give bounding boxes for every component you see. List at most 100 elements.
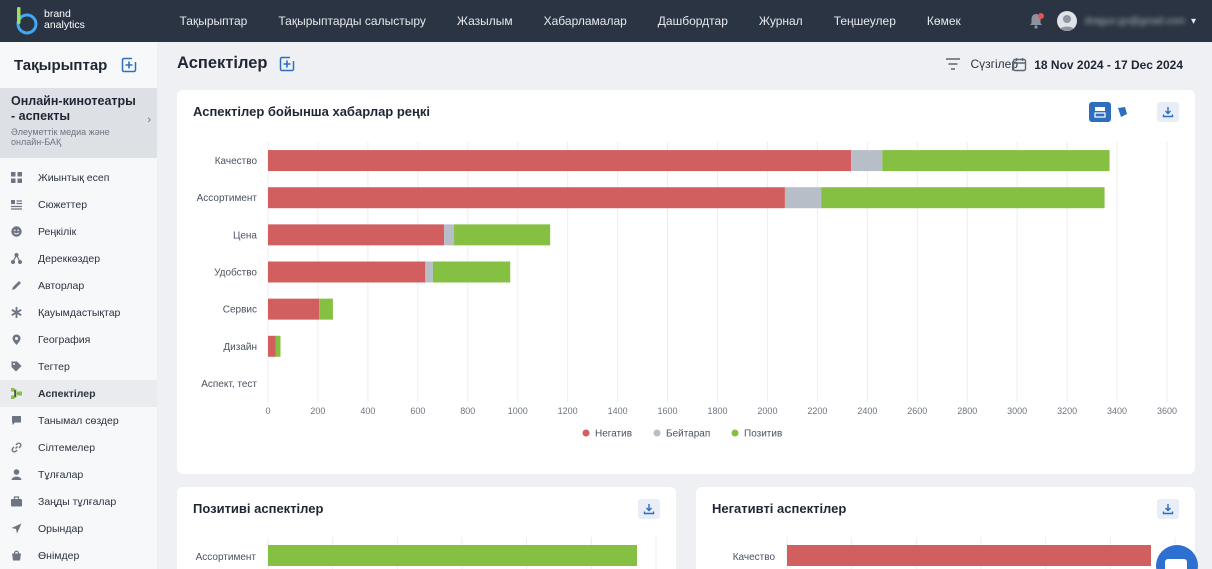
sidebar-item[interactable]: Тұлғалар (0, 461, 157, 488)
main-content: Аспектілер Сүзгілер 18 Nov 2024 - 17 Dec… (157, 42, 1212, 569)
legend-label: Позитив (744, 429, 782, 440)
person-icon (11, 469, 22, 480)
asterisk-icon (11, 307, 22, 318)
bar-segment (268, 261, 426, 283)
bar-segment (425, 261, 433, 283)
category-label: Удобство (214, 267, 257, 279)
sidebar-item-label: Реңкілік (38, 225, 77, 238)
x-tick-label: 200 (310, 406, 325, 416)
negative-aspects-card: Негативті аспектілер Качество (696, 487, 1195, 569)
sidebar-item[interactable]: Сілтемелер (0, 434, 157, 461)
bar-segment (319, 298, 333, 320)
main-nav: Тақырыптар Тақырыптарды салыстыру Жазылы… (164, 0, 976, 42)
sidebar-item[interactable]: Аспектілер (0, 380, 157, 407)
sidebar-item-label: Авторлар (38, 279, 85, 292)
sidebar-item-label: Жиынтық есеп (38, 171, 110, 184)
nav-compare-topics[interactable]: Тақырыптарды салыстыру (263, 14, 442, 28)
pen-icon (11, 280, 22, 291)
link-icon (11, 442, 22, 453)
category-label: Цена (233, 230, 257, 241)
sidebar-item-label: Сюжеттер (38, 198, 88, 211)
sidebar-item-label: Аспектілер (38, 387, 96, 400)
sidebar-item[interactable]: Дереккөздер (0, 245, 157, 272)
chevron-down-icon[interactable]: ▾ (1191, 16, 1196, 27)
project-selector[interactable]: Онлайн-кинотеатры - аспекты Әлеуметтік м… (0, 88, 157, 158)
x-tick-label: 2400 (857, 406, 877, 416)
aspects-icon (11, 388, 22, 399)
legend-marker (582, 429, 590, 437)
sidebar-item[interactable]: Тегтер (0, 353, 157, 380)
add-aspect-icon[interactable] (279, 56, 295, 72)
project-name: Онлайн-кинотеатры - аспекты (11, 94, 136, 123)
bar-segment (454, 224, 551, 246)
filters-button[interactable]: Сүзгілер (945, 57, 1018, 71)
sidebar-item-label: Қауымдастықтар (38, 306, 121, 319)
notification-bell-icon[interactable] (1027, 12, 1045, 30)
category-label: Качество (215, 156, 258, 167)
date-range-picker[interactable]: 18 Nov 2024 - 17 Dec 2024 (1012, 57, 1183, 72)
category-label: Дизайн (223, 342, 257, 353)
bar-segment (268, 298, 320, 320)
filters-label: Сүзгілер (970, 57, 1018, 71)
legend-marker (653, 429, 661, 437)
x-tick-label: 1400 (608, 406, 628, 416)
x-tick-label: 2000 (757, 406, 777, 416)
page-title: Аспектілер (177, 54, 268, 72)
sidebar-item-label: Заңды тұлғалар (38, 495, 117, 508)
category-label: Ассортимент (196, 552, 257, 563)
sidebar-item[interactable]: География (0, 326, 157, 353)
category-label: Сервис (223, 305, 257, 316)
chat-support-icon[interactable] (1156, 545, 1198, 569)
nav-dashboards[interactable]: Дашбордтар (642, 14, 743, 28)
briefcase-icon (11, 496, 22, 507)
sidebar-item-label: Танымал сөздер (38, 414, 119, 427)
sidebar-menu: Жиынтық есеп Сюжеттер Реңкілік Дереккөздер А… (0, 164, 157, 569)
chat-icon (11, 415, 22, 426)
legend-label: Бейтарап (666, 429, 710, 440)
grid-icon (11, 172, 22, 183)
sidebar-item[interactable]: Авторлар (0, 272, 157, 299)
bar-segment (432, 261, 511, 283)
x-tick-label: 3400 (1107, 406, 1127, 416)
category-label: Ассортимент (197, 193, 258, 204)
sidebar-item[interactable]: Заңды тұлғалар (0, 488, 157, 515)
sidebar-item[interactable]: Жиынтық есеп (0, 164, 157, 191)
nav-help[interactable]: Көмек (911, 14, 976, 28)
sidebar-item[interactable]: Орындар (0, 515, 157, 542)
bar-segment (851, 150, 883, 172)
add-topic-icon[interactable] (121, 57, 137, 73)
tag-icon (11, 361, 22, 372)
nav-subscription[interactable]: Жазылым (441, 14, 528, 28)
nav-topics[interactable]: Тақырыптар (164, 14, 263, 28)
nav-messages[interactable]: Хабарламалар (528, 14, 642, 28)
brand-logo[interactable]: brand analytics (14, 5, 85, 35)
bag-icon (11, 550, 22, 561)
user-avatar[interactable] (1056, 11, 1077, 31)
sidebar-item[interactable]: Өнімдер (0, 542, 157, 569)
sidebar-item[interactable]: Танымал сөздер (0, 407, 157, 434)
negative-aspects-chart: Качество (733, 537, 1176, 569)
x-tick-label: 1600 (658, 406, 678, 416)
brand-logo-mark-icon (14, 5, 40, 35)
x-tick-label: 3000 (1007, 406, 1027, 416)
sidebar-item[interactable]: Реңкілік (0, 218, 157, 245)
x-tick-label: 1000 (508, 406, 528, 416)
sidebar-item-label: Сілтемелер (38, 441, 96, 454)
legend-label: Негатив (595, 429, 632, 440)
smile-icon (11, 226, 22, 237)
top-navigation-bar: brand analytics Тақырыптар Тақырыптарды … (0, 0, 1212, 42)
brand-name-line2: analytics (44, 19, 85, 31)
project-subtitle: Әлеуметтік медиа және онлайн-БАҚ (11, 127, 110, 147)
nav-journal[interactable]: Журнал (743, 14, 818, 28)
sidebar-item[interactable]: Қауымдастықтар (0, 299, 157, 326)
filter-icon (946, 58, 961, 70)
pin-icon (11, 334, 22, 345)
sidebar-item-label: Тегтер (38, 360, 70, 373)
user-email[interactable]: dragun.gv@gmail.com (1085, 16, 1185, 27)
nav-settings[interactable]: Теңшеулер (818, 14, 911, 28)
sidebar-item[interactable]: Сюжеттер (0, 191, 157, 218)
x-tick-label: 2200 (807, 406, 827, 416)
x-tick-label: 400 (360, 406, 375, 416)
sidebar-item-label: География (38, 333, 91, 346)
bar-segment (882, 150, 1110, 172)
